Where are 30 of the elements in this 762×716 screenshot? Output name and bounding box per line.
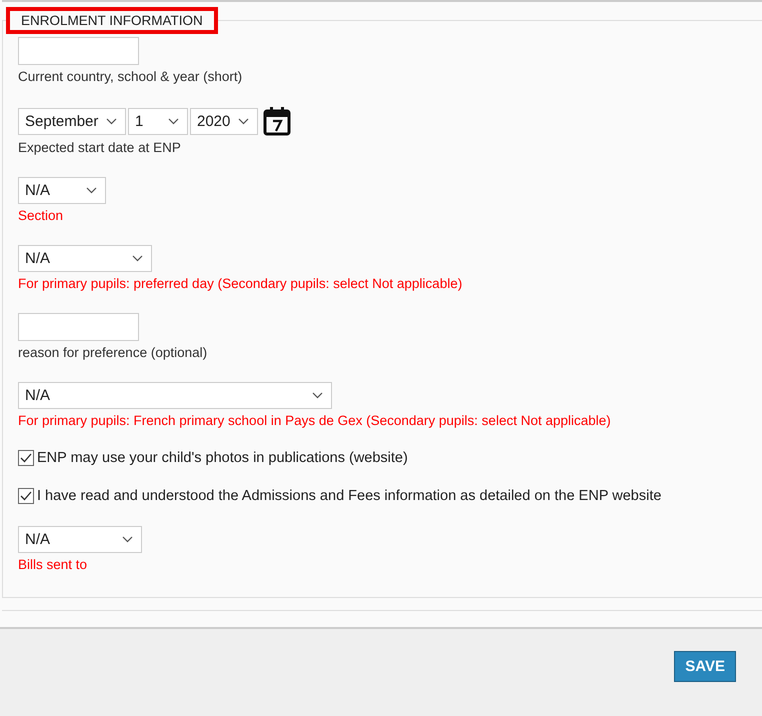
chevron-icon — [86, 187, 97, 194]
calendar-icon[interactable] — [262, 106, 292, 136]
field-label: Current country, school & year (short) — [18, 69, 242, 85]
chevron-icon — [106, 118, 117, 124]
input-field[interactable] — [18, 37, 139, 65]
chevron-icon — [132, 255, 143, 262]
dropdown[interactable]: N/A — [18, 382, 332, 409]
input-field[interactable] — [18, 313, 139, 341]
checkbox-label: ENP may use your child's photos in publications (website) — [37, 450, 408, 466]
chevron-icon — [238, 118, 249, 124]
checkbox[interactable] — [18, 488, 34, 504]
field-label: For primary pupils: preferred day (Secondary pupils: select Not applicable) — [18, 276, 462, 292]
checkbox[interactable] — [18, 450, 34, 466]
field-label: For primary pupils: French primary school in Pays de Gex (Secondary pupils: select Not applicable) — [18, 413, 611, 429]
dropdown[interactable]: September — [18, 108, 126, 134]
field-label: Expected start date at ENP — [18, 140, 181, 156]
field-label: Bills sent to — [18, 557, 88, 573]
dropdown[interactable]: 2020 — [190, 108, 258, 134]
field-label: reason for preference (optional) — [18, 345, 208, 361]
section-title: ENROLMENT INFORMATION — [7, 8, 217, 33]
dropdown[interactable]: N/A — [18, 245, 152, 272]
dropdown[interactable]: 1 — [128, 108, 188, 134]
dropdown[interactable]: N/A — [18, 177, 106, 204]
save-button[interactable]: SAVE — [674, 651, 736, 682]
field-label: Section — [18, 208, 64, 224]
chevron-icon — [122, 536, 133, 543]
chevron-icon — [168, 118, 179, 124]
dropdown[interactable]: N/A — [18, 526, 142, 553]
checkbox-label: I have read and understood the Admissions and Fees information as detailed on the ENP website — [37, 488, 662, 504]
chevron-icon — [312, 392, 323, 399]
